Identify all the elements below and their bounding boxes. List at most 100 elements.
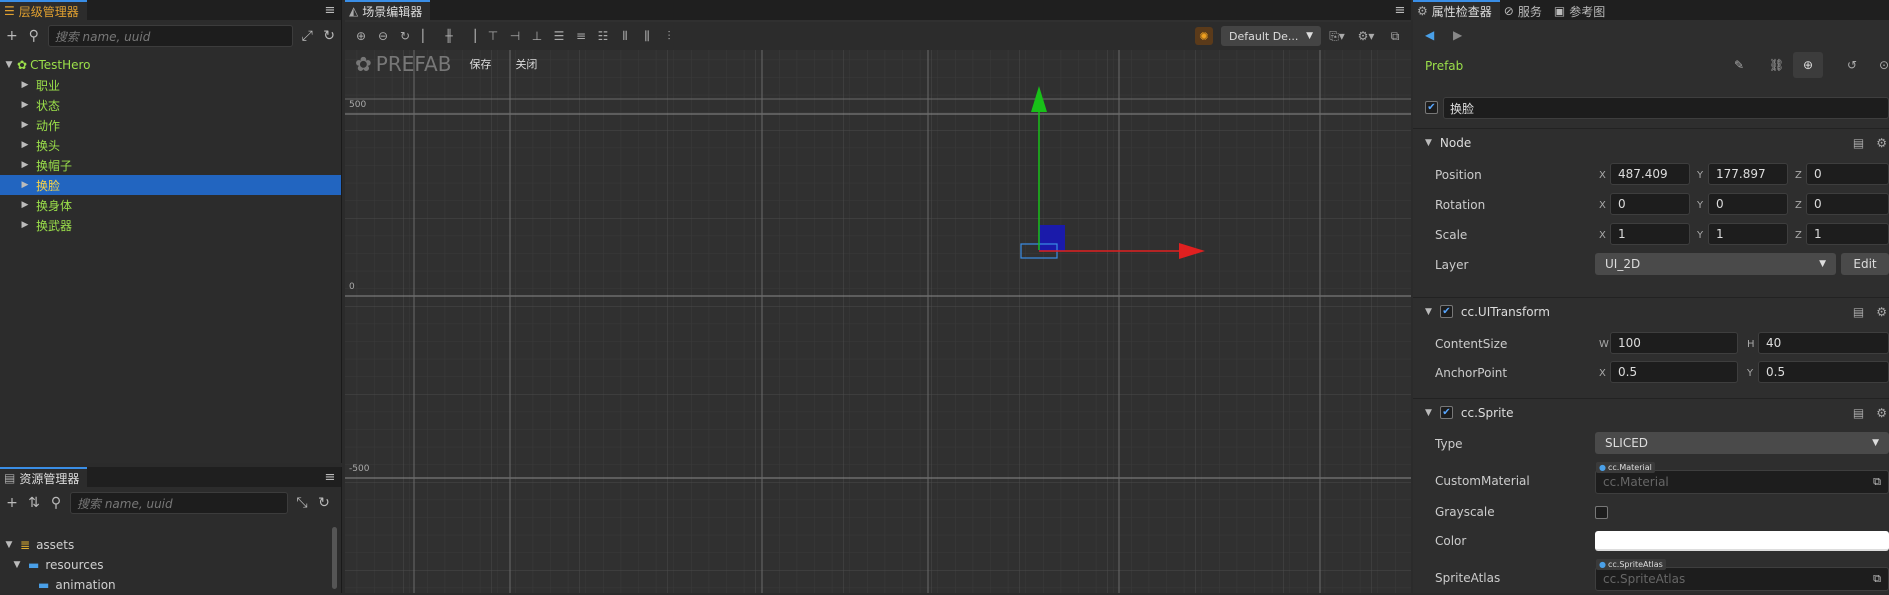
position-z-input[interactable]: 0 (1806, 163, 1889, 185)
tree-item[interactable]: ▶ 换头 (0, 135, 341, 155)
align-vcenter-icon[interactable]: ⊣ (507, 29, 523, 43)
color-picker[interactable] (1595, 531, 1889, 551)
expand-arrow-icon[interactable]: ▶ (20, 160, 30, 170)
anchorpoint-y-input[interactable]: 0.5 (1758, 361, 1889, 383)
expand-arrow-icon[interactable]: ▶ (20, 220, 30, 230)
browse-asset-icon[interactable]: ⧉ (1873, 475, 1881, 489)
tree-item[interactable]: ▶ 职业 (0, 75, 341, 95)
gear-icon[interactable]: ⚙ (1876, 305, 1887, 319)
position-x-input[interactable]: 487.409 (1610, 163, 1690, 185)
asset-row[interactable]: ▼ ▬ resources (0, 555, 341, 575)
unlink-prefab-icon[interactable]: ⛓ (1769, 58, 1784, 72)
contentsize-w-input[interactable]: 100 (1610, 332, 1738, 354)
light-icon[interactable]: ✺ (1195, 27, 1213, 45)
gear-icon[interactable]: ⚙ (1876, 406, 1887, 420)
align-bottom-icon[interactable]: ⊥ (529, 29, 545, 43)
rotation-z-input[interactable]: 0 (1806, 193, 1889, 215)
expand-arrow-icon[interactable]: ▶ (20, 180, 30, 190)
tree-item[interactable]: ▶ 换武器 (0, 215, 341, 235)
collapse-arrow-icon[interactable]: ▼ (4, 540, 14, 550)
gear-icon[interactable]: ⚙▾ (1353, 29, 1379, 43)
grayscale-checkbox[interactable] (1595, 506, 1608, 519)
help-book-icon[interactable]: ▤ (1853, 305, 1864, 319)
service-tab[interactable]: ⊘ 服务 (1499, 0, 1550, 20)
distribute-center-icon[interactable]: ⫼ (639, 29, 655, 44)
refresh-icon[interactable]: ↻ (316, 495, 332, 511)
align-top-icon[interactable]: ⊤ (485, 29, 501, 43)
align-left-icon[interactable]: ▏ (419, 29, 435, 43)
tree-item[interactable]: ▶ 换帽子 (0, 155, 341, 175)
tree-item[interactable]: ▶ 动作 (0, 115, 341, 135)
type-select[interactable]: SLICED ▼ (1595, 432, 1889, 454)
tree-item[interactable]: ▶ 换脸 (0, 175, 341, 195)
expand-all-icon[interactable]: ⤢ (299, 28, 315, 44)
uitransform-enabled-checkbox[interactable]: ✔ (1439, 305, 1453, 318)
node-section-header[interactable]: ▼ Node ▤ ⚙ (1413, 128, 1889, 156)
layer-select[interactable]: UI_2D ▼ (1595, 253, 1836, 275)
camera-options-icon[interactable]: ⎘▾ (1329, 29, 1345, 44)
anchorpoint-x-input[interactable]: 0.5 (1610, 361, 1738, 383)
align-right-icon[interactable]: ▕ (463, 29, 479, 43)
add-icon[interactable]: + (4, 495, 20, 511)
revert-prefab-icon[interactable]: ↺ (1847, 58, 1857, 72)
align-hcenter-icon[interactable]: ╫ (441, 29, 457, 43)
node-active-checkbox[interactable]: ✔ (1425, 101, 1438, 114)
help-book-icon[interactable]: ▤ (1853, 136, 1864, 150)
assets-search-input[interactable]: 搜索 name, uuid (70, 492, 288, 514)
assets-tab[interactable]: ▤ 资源管理器 (0, 467, 88, 487)
locate-prefab-icon[interactable]: ⊕ (1793, 52, 1823, 78)
rotation-y-input[interactable]: 0 (1708, 193, 1788, 215)
collapse-arrow-icon[interactable]: ▼ (1425, 307, 1432, 317)
expand-arrow-icon[interactable]: ▶ (20, 100, 30, 110)
expand-arrow-icon[interactable]: ▶ (20, 140, 30, 150)
distribute-top-icon[interactable]: ☰ (551, 29, 567, 43)
custommaterial-asset-field[interactable]: cc.Material ⧉ (1595, 470, 1889, 494)
asset-row[interactable]: ▬ animation (0, 575, 341, 595)
collapse-arrow-icon[interactable]: ▼ (12, 560, 22, 570)
assets-menu-icon[interactable]: ≡ (319, 467, 341, 487)
tree-item[interactable]: ▶ 状态 (0, 95, 341, 115)
hierarchy-tab[interactable]: ☰ 层级管理器 (0, 0, 87, 20)
help-book-icon[interactable]: ▤ (1853, 406, 1864, 420)
sprite-section-header[interactable]: ▼ ✔ cc.Sprite ▤ ⚙ (1413, 398, 1889, 426)
expand-arrow-icon[interactable]: ▶ (20, 120, 30, 130)
distribute-bottom-icon[interactable]: ☷ (595, 29, 611, 43)
asset-row[interactable]: ▼ ≣ assets (0, 535, 341, 555)
back-arrow-icon[interactable]: ◀ (1425, 28, 1434, 42)
hierarchy-search-input[interactable]: 搜索 name, uuid (47, 25, 294, 47)
edit-prefab-icon[interactable]: ✎ (1734, 58, 1744, 72)
rotation-x-input[interactable]: 0 (1610, 193, 1690, 215)
sort-icon[interactable]: ⇅ (26, 495, 42, 511)
collapse-all-icon[interactable]: ⤡ (294, 495, 310, 511)
search-type-icon[interactable]: ⚲ (26, 28, 42, 44)
scale-y-input[interactable]: 1 (1708, 223, 1788, 245)
prefab-save-button[interactable]: 保存 (463, 54, 497, 74)
position-y-input[interactable]: 177.897 (1708, 163, 1788, 185)
scale-z-input[interactable]: 1 (1806, 223, 1889, 245)
reference-tab[interactable]: ▣ 参考图 (1549, 0, 1614, 20)
scene-menu-icon[interactable]: ≡ (1389, 0, 1411, 20)
inspector-tab[interactable]: ⚙ 属性检查器 (1413, 0, 1500, 20)
scene-tab[interactable]: ◭ 场景编辑器 (345, 0, 431, 20)
uitransform-section-header[interactable]: ▼ ✔ cc.UITransform ▤ ⚙ (1413, 297, 1889, 325)
camera-dropdown[interactable]: Default De... ▼ (1221, 26, 1321, 46)
maximize-icon[interactable]: ⧉ (1387, 29, 1403, 44)
zoom-out-icon[interactable]: ⊖ (375, 29, 391, 43)
tree-item[interactable]: ▶ 换身体 (0, 195, 341, 215)
scene-viewport[interactable]: ✿ PREFAB 保存 关闭 500 0 -500 (345, 50, 1411, 593)
collapse-arrow-icon[interactable]: ▼ (4, 60, 14, 70)
browse-asset-icon[interactable]: ⧉ (1873, 572, 1881, 586)
hierarchy-menu-icon[interactable]: ≡ (319, 0, 341, 20)
reset-view-icon[interactable]: ↻ (397, 29, 413, 43)
zoom-in-icon[interactable]: ⊕ (353, 29, 369, 43)
apply-prefab-icon[interactable]: ⊙ (1879, 58, 1889, 72)
contentsize-h-input[interactable]: 40 (1758, 332, 1889, 354)
layer-edit-button[interactable]: Edit (1841, 253, 1889, 275)
distribute-left-icon[interactable]: ⫴ (617, 29, 633, 44)
collapse-arrow-icon[interactable]: ▼ (1425, 408, 1432, 418)
search-type-icon[interactable]: ⚲ (48, 495, 64, 511)
spriteatlas-asset-field[interactable]: cc.SpriteAtlas ⧉ (1595, 567, 1889, 591)
prefab-close-button[interactable]: 关闭 (509, 54, 543, 74)
node-name-input[interactable]: 换脸 (1443, 97, 1889, 119)
add-icon[interactable]: + (4, 28, 20, 44)
